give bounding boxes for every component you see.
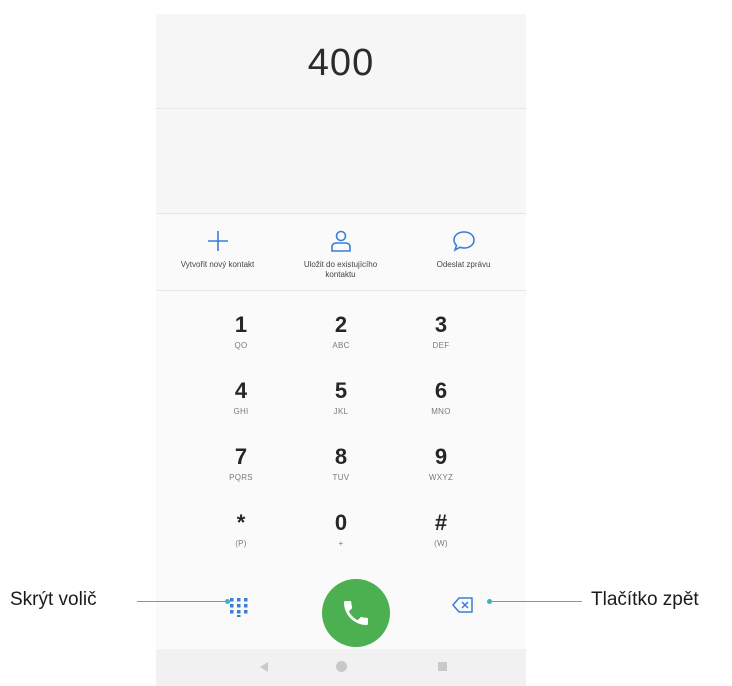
callout-leader-dot-left	[225, 599, 230, 604]
key-digit: 8	[334, 444, 348, 469]
key-5[interactable]: 5 JKL	[291, 369, 391, 435]
action-bar: Vytvořit nový kontakt Uložit do existují…	[156, 214, 526, 291]
key-digit: 6	[434, 378, 448, 403]
key-letters: GHI	[233, 407, 249, 416]
nav-recents-icon[interactable]	[438, 662, 447, 671]
plus-icon	[207, 231, 228, 251]
key-0[interactable]: 0 +	[291, 501, 391, 567]
key-digit: 4	[234, 378, 248, 403]
key-letters: QO	[234, 341, 248, 350]
key-8[interactable]: 8 TUV	[291, 435, 391, 501]
key-letters: PQRS	[229, 473, 253, 482]
system-navigation-bar	[156, 649, 526, 686]
suggestion-area	[156, 109, 526, 214]
key-letters: +	[338, 539, 344, 548]
person-icon	[330, 230, 351, 252]
key-letters: JKL	[333, 407, 349, 416]
key-letters: ABC	[332, 341, 350, 350]
callout-hide-dialpad: Skrýt volič	[10, 589, 97, 610]
key-letters: TUV	[332, 473, 350, 482]
key-7[interactable]: 7 PQRS	[191, 435, 291, 501]
key-digit: 7	[234, 444, 248, 469]
nav-home-icon[interactable]	[336, 661, 347, 672]
key-2[interactable]: 2 ABC	[291, 303, 391, 369]
dialpad-grid-icon[interactable]	[228, 595, 250, 617]
key-letters: (W)	[434, 539, 448, 548]
key-star[interactable]: * (P)	[191, 501, 291, 567]
key-letters: DEF	[432, 341, 450, 350]
key-letters: MNO	[431, 407, 451, 416]
send-message-label: Odeslat zprávu	[436, 260, 491, 269]
key-digit: 2	[334, 312, 348, 337]
key-digit: 5	[334, 378, 348, 403]
key-digit: 0	[334, 510, 348, 535]
callout-leader-line-right	[490, 601, 582, 602]
dialer-bottom-row	[156, 569, 526, 649]
call-button[interactable]	[322, 579, 390, 647]
key-letters: (P)	[235, 539, 247, 548]
backspace-icon[interactable]	[452, 596, 474, 614]
key-1[interactable]: 1 QO	[191, 303, 291, 369]
key-9[interactable]: 9 WXYZ	[391, 435, 491, 501]
key-6[interactable]: 6 MNO	[391, 369, 491, 435]
key-3[interactable]: 3 DEF	[391, 303, 491, 369]
create-new-contact-button[interactable]: Vytvořit nový kontakt	[156, 214, 279, 290]
key-4[interactable]: 4 GHI	[191, 369, 291, 435]
key-digit: #	[434, 510, 448, 535]
dial-keypad: 1 QO 2 ABC 3 DEF 4 GHI 5 JKL 6 MNO 7 PQR…	[156, 291, 526, 569]
key-hash[interactable]: # (W)	[391, 501, 491, 567]
number-display: 400	[156, 14, 526, 109]
chat-bubble-icon	[452, 231, 475, 252]
key-digit: 9	[434, 444, 448, 469]
callout-back-button: Tlačítko zpět	[591, 589, 699, 610]
key-digit: *	[236, 510, 246, 535]
add-to-existing-contact-label: Uložit do existujícího kontaktu	[303, 260, 378, 279]
callout-leader-line-left	[137, 601, 227, 602]
key-letters: WXYZ	[428, 473, 454, 482]
phone-icon	[344, 601, 368, 625]
dialer-screen: 400 Vytvořit nový kontakt Uložit do exis…	[156, 14, 526, 686]
key-digit: 1	[234, 312, 248, 337]
key-digit: 3	[434, 312, 448, 337]
nav-back-icon[interactable]	[259, 661, 269, 673]
create-new-contact-label: Vytvořit nový kontakt	[180, 260, 255, 269]
send-message-button[interactable]: Odeslat zprávu	[402, 214, 525, 290]
add-to-existing-contact-button[interactable]: Uložit do existujícího kontaktu	[279, 214, 402, 290]
dialed-number: 400	[307, 42, 375, 84]
